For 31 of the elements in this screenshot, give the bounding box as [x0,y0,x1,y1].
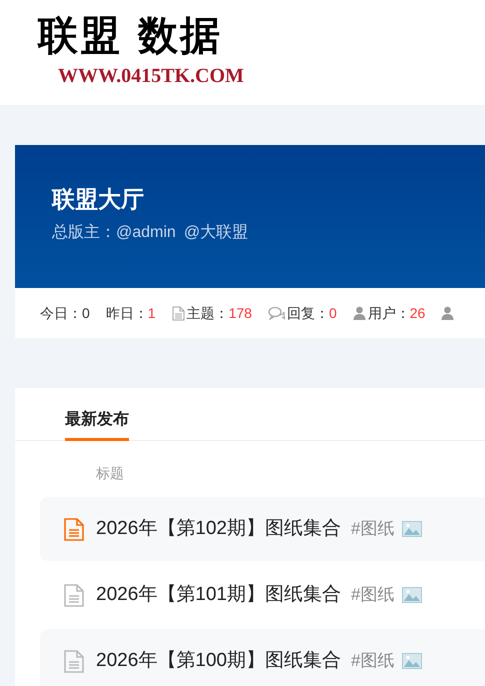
thread-row[interactable]: 2026年【第100期】图纸集合 #图纸 [40,629,485,686]
stat-label: 昨日： [106,304,148,322]
stat-label: 今日： [40,304,82,322]
stat-value: 26 [410,304,426,322]
stat-label: 用户： [368,304,410,322]
image-icon [402,587,422,603]
thread-title[interactable]: 2026年【第100期】图纸集合 [96,646,341,676]
stat-value: 1 [148,304,156,322]
thread-title[interactable]: 2026年【第101期】图纸集合 [96,580,341,610]
thread-title[interactable]: 2026年【第102期】图纸集合 [96,514,341,544]
comments-icon [268,306,285,320]
moderator-link[interactable]: @admin [116,221,176,245]
thread-row[interactable]: 2026年【第102期】图纸集合 #图纸 [40,497,485,561]
moderator-label: 总版主： [52,222,116,243]
forum-title: 联盟大厅 [52,185,145,214]
user-icon [441,306,454,320]
logo-title: 联盟 数据 [38,11,223,61]
stat-label: 主题： [186,304,229,322]
column-header: 标题 [96,465,124,481]
image-icon [402,521,422,537]
stat-label: 回复： [286,304,329,322]
tab[interactable]: 最新发布 [65,408,129,441]
document-icon [172,306,185,320]
image-icon [402,653,422,669]
logo-url: WWW.0415TK.COM [57,64,245,88]
moderator-link[interactable]: @大联盟 [184,221,248,245]
stat-value: 178 [228,304,252,322]
thread-tag[interactable]: #图纸 [350,582,394,608]
user-icon [352,306,366,320]
stat-value: 0 [328,304,337,322]
stat-value: 0 [82,304,90,322]
